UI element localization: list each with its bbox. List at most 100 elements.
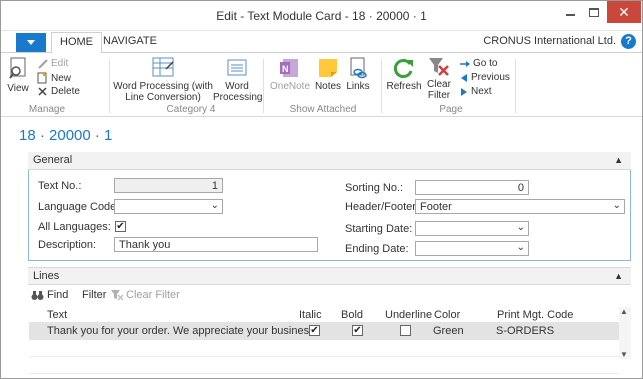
header-footer-label: Header/Footer: [345, 201, 419, 213]
clear-filter-icon [111, 289, 123, 301]
row-print-mgt-code[interactable]: S-ORDERS [496, 325, 554, 337]
column-underline[interactable]: Underline [385, 309, 432, 321]
word-document-table-icon [152, 57, 174, 77]
find-button[interactable]: Find [31, 289, 68, 301]
notes-label: Notes [314, 81, 342, 92]
ribbon-separator [515, 59, 516, 113]
ribbon-separator [381, 59, 382, 113]
minimize-icon [565, 14, 575, 16]
minimize-button[interactable] [559, 1, 581, 23]
window-title: Edit - Text Module Card - 18 · 20000 · 1 [216, 9, 427, 23]
word-label-2: Processing [213, 92, 263, 103]
edit-text-module-card-window: Edit - Text Module Card - 18 · 20000 · 1… [0, 0, 643, 379]
lines-title: Lines [33, 270, 60, 282]
table-row-empty[interactable] [29, 340, 619, 357]
refresh-button[interactable]: Refresh [385, 57, 423, 92]
chevron-down-icon [27, 40, 35, 45]
onenote-button[interactable]: N OneNote [269, 57, 311, 92]
sorting-no-field[interactable]: 0 [415, 180, 529, 195]
company-name: CRONUS International Ltd. [483, 35, 616, 47]
language-code-dropdown[interactable]: ⌄ [114, 199, 223, 214]
general-fasttab-header[interactable]: General ▲ [28, 152, 631, 170]
new-button[interactable]: New [37, 72, 71, 84]
table-row-empty[interactable] [29, 357, 619, 374]
row-italic-checkbox[interactable]: ✔ [309, 325, 320, 336]
row-text[interactable]: Thank you for your order. We appreciate … [47, 325, 318, 337]
close-button[interactable]: ✕ [607, 1, 641, 23]
starting-date-field[interactable]: ⌄ [415, 221, 529, 236]
view-label: View [7, 83, 29, 94]
description-label: Description: [38, 239, 97, 251]
ribbon: View Edit New Delete Manage Word Process… [1, 53, 642, 117]
view-icon [9, 57, 26, 79]
column-print-mgt-code[interactable]: Print Mgt. Code [497, 309, 573, 321]
maximize-button[interactable] [583, 1, 605, 23]
chevron-down-icon: ⌄ [612, 200, 621, 211]
view-button[interactable]: View [5, 57, 31, 94]
column-italic[interactable]: Italic [299, 309, 322, 321]
scroll-up-icon[interactable]: ▲ [620, 307, 628, 316]
maximize-icon [589, 7, 599, 17]
link-document-icon [350, 57, 367, 79]
header-footer-dropdown[interactable]: Footer ⌄ [415, 199, 625, 214]
word-document-icon [227, 59, 247, 76]
delete-x-icon [38, 87, 47, 96]
find-label: Find [47, 289, 69, 301]
pencil-icon [38, 59, 48, 69]
svg-text:N: N [282, 64, 289, 74]
all-languages-checkbox[interactable]: ✔ [115, 221, 126, 232]
lines-fasttab-header[interactable]: Lines ▲ [28, 267, 631, 285]
previous-button[interactable]: Previous [460, 72, 510, 83]
binoculars-icon [31, 290, 44, 300]
close-icon: ✕ [618, 3, 630, 20]
onenote-label: OneNote [269, 81, 311, 92]
new-label: New [51, 72, 72, 84]
tab-home[interactable]: HOME [51, 32, 102, 54]
refresh-label: Refresh [386, 81, 422, 92]
ribbon-separator [109, 59, 110, 113]
word-processing-line-conversion-button[interactable]: Word Processing (with Line Conversion) [113, 57, 213, 103]
refresh-icon [393, 59, 413, 78]
word-processing-button[interactable]: Word Processing [213, 57, 263, 103]
notes-button[interactable]: Notes [313, 57, 343, 92]
delete-label: Delete [51, 86, 80, 97]
delete-button[interactable]: Delete [37, 86, 80, 97]
scroll-down-icon[interactable]: ▼ [620, 350, 628, 359]
ending-date-field[interactable]: ⌄ [415, 241, 529, 256]
lines-grid-header: Text Italic Bold Underline Color Print M… [29, 307, 619, 323]
title-bar: Edit - Text Module Card - 18 · 20000 · 1… [1, 1, 642, 31]
help-icon[interactable]: ? [621, 34, 636, 49]
go-to-button[interactable]: Go to [460, 58, 497, 69]
links-button[interactable]: Links [345, 57, 371, 92]
row-color[interactable]: Green [433, 325, 464, 337]
application-menu-button[interactable] [16, 33, 46, 52]
next-label: Next [471, 86, 492, 97]
starting-date-label: Starting Date: [345, 223, 413, 235]
column-text[interactable]: Text [47, 309, 67, 321]
table-row[interactable]: Thank you for your order. We appreciate … [29, 322, 619, 340]
row-bold-checkbox[interactable]: ✔ [352, 325, 363, 336]
group-label-page: Page [439, 104, 463, 115]
word-label-1: Word [225, 81, 249, 92]
column-bold[interactable]: Bold [341, 309, 363, 321]
group-label-show-attached: Show Attached [289, 104, 357, 115]
general-title: General [33, 154, 73, 166]
ending-date-label: Ending Date: [345, 243, 409, 255]
chevron-down-icon: ⌄ [516, 222, 525, 233]
next-button[interactable]: Next [460, 86, 492, 97]
chevron-down-icon: ⌄ [210, 200, 219, 211]
column-color[interactable]: Color [434, 309, 460, 321]
clear-filter-button[interactable]: Clear Filter [425, 57, 453, 101]
ribbon-separator [263, 59, 264, 113]
edit-button[interactable]: Edit [37, 58, 68, 69]
description-field[interactable]: Thank you [114, 237, 318, 252]
filter-button[interactable]: Filter [82, 289, 106, 301]
row-underline-checkbox[interactable] [400, 325, 411, 336]
filter-label: Filter [82, 289, 107, 301]
chevron-up-icon: ▲ [614, 155, 623, 165]
tab-navigate[interactable]: NAVIGATE [103, 35, 157, 47]
lines-scrollbar[interactable]: ▲ ▼ [619, 307, 631, 359]
text-no-field: 1 [114, 178, 223, 193]
clear-filter-icon [429, 58, 449, 76]
clear-filter-link[interactable]: Clear Filter [111, 289, 180, 301]
